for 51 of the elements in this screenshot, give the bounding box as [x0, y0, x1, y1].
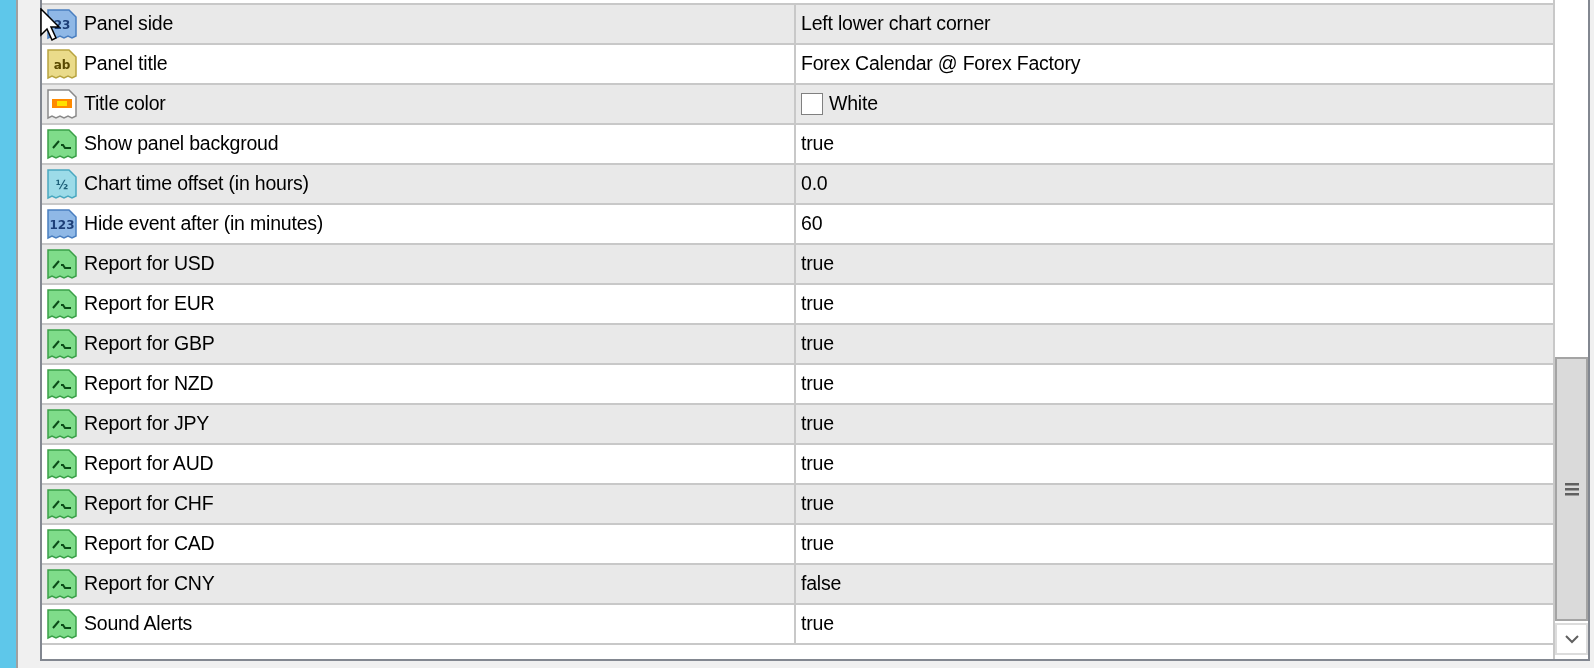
property-value[interactable]: true — [801, 129, 834, 159]
property-name: Show panel backgroud — [84, 131, 279, 157]
property-value[interactable]: true — [801, 449, 834, 479]
property-value[interactable]: true — [801, 289, 834, 319]
property-value[interactable]: true — [801, 409, 834, 439]
grip-icon — [1564, 482, 1579, 496]
property-value[interactable]: true — [801, 369, 834, 399]
property-name: Title color — [84, 91, 166, 117]
switch-document-icon — [46, 408, 78, 440]
property-name: Report for CHF — [84, 491, 214, 517]
property-value[interactable]: Forex Calendar @ Forex Factory — [801, 49, 1081, 79]
switch-document-icon — [46, 248, 78, 280]
property-name: Report for CAD — [84, 531, 215, 557]
property-value[interactable]: true — [801, 529, 834, 559]
text-document-icon: ab — [46, 48, 78, 80]
color-document-icon — [46, 88, 78, 120]
property-name: Report for GBP — [84, 331, 215, 357]
property-name: Report for USD — [84, 251, 215, 277]
property-value[interactable]: true — [801, 329, 834, 359]
switch-document-icon — [46, 528, 78, 560]
property-value[interactable]: true — [801, 489, 834, 519]
fraction-document-icon: ½ — [46, 168, 78, 200]
switch-document-icon — [46, 608, 78, 640]
switch-document-icon — [46, 488, 78, 520]
scroll-down-button[interactable] — [1555, 623, 1588, 655]
property-name: Report for JPY — [84, 411, 210, 437]
number-document-icon: 123 — [46, 208, 78, 240]
switch-document-icon — [46, 448, 78, 480]
property-value[interactable]: true — [801, 609, 834, 639]
scroll-thumb[interactable] — [1555, 357, 1588, 621]
property-value[interactable]: Left lower chart corner — [801, 9, 991, 39]
property-name: Sound Alerts — [84, 611, 193, 637]
property-value[interactable]: true — [801, 249, 834, 279]
switch-document-icon — [46, 128, 78, 160]
property-name: Report for NZD — [84, 371, 214, 397]
property-name: Panel side — [84, 11, 174, 37]
switch-document-icon — [46, 328, 78, 360]
property-value[interactable]: false — [801, 569, 842, 599]
switch-document-icon — [46, 568, 78, 600]
property-name: Report for EUR — [84, 291, 215, 317]
switch-document-icon — [46, 288, 78, 320]
property-value[interactable]: 0.0 — [801, 169, 828, 199]
property-name: Hide event after (in minutes) — [84, 211, 324, 237]
switch-document-icon — [46, 368, 78, 400]
property-name: Panel title — [84, 51, 168, 77]
property-value[interactable]: White — [829, 89, 878, 119]
property-name: Chart time offset (in hours) — [84, 171, 309, 197]
property-value[interactable]: 60 — [801, 209, 823, 239]
property-name: Report for AUD — [84, 451, 214, 477]
chevron-down-icon — [1564, 634, 1579, 644]
property-name: Report for CNY — [84, 571, 215, 597]
